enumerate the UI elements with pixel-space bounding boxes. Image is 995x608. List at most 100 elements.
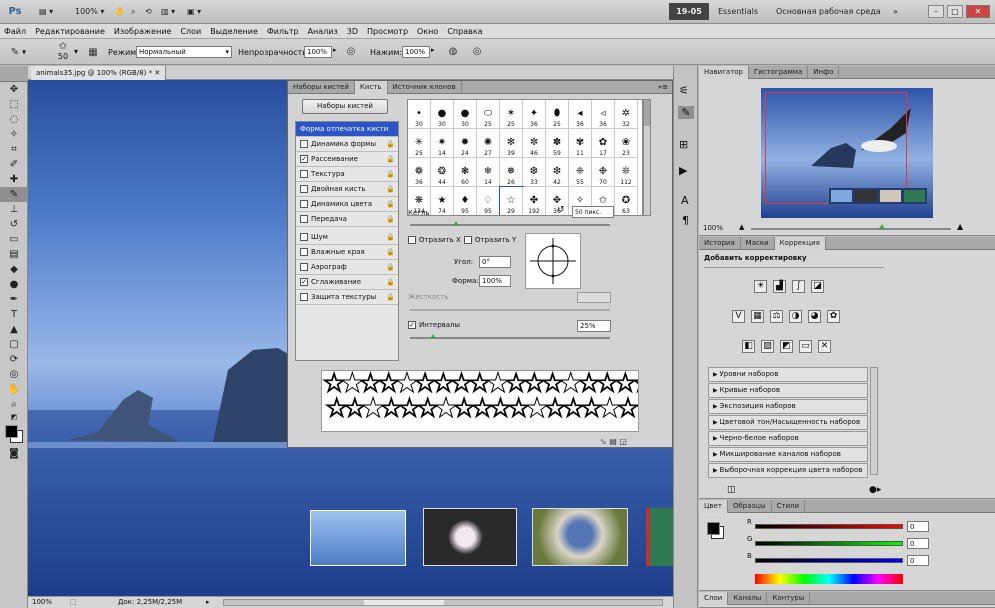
menu-help[interactable]: Справка [447,24,482,39]
brush-tip[interactable]: ❈ 55 [569,158,592,187]
brush-tip[interactable]: ✾ 11 [569,129,592,158]
foreground-color-swatch[interactable] [5,425,18,438]
angle-input[interactable]: 0° [479,256,511,268]
brush-grid-scroll-thumb[interactable] [644,100,650,126]
thumbnail-partial[interactable] [646,508,673,566]
roundness-input[interactable]: 100% [479,275,511,287]
clone-source-panel-icon[interactable]: ⊞ [679,138,688,151]
spacing-slider-handle[interactable] [430,334,436,339]
clip-icon[interactable]: ◫ [727,485,736,495]
brush-tip[interactable]: ✶ 25 [500,100,523,129]
bridge-icon[interactable]: ▤ ▾ [36,4,56,19]
spacing-input[interactable]: 25% [577,320,611,332]
brush-tip[interactable]: ✲ 32 [615,100,638,129]
brush-tip[interactable]: ⬮ 25 [546,100,569,129]
menu-image[interactable]: Изображение [114,24,172,39]
brush-tip[interactable]: ♦ 95 [454,187,477,215]
brush-tip[interactable]: ◃ 36 [592,100,615,129]
flip-x-checkbox[interactable] [408,236,416,244]
quick-mask-icon[interactable]: ◙ [0,446,28,461]
brush-tip[interactable]: ❁ 36 [408,158,431,187]
tab-brush[interactable]: Кисть [354,80,388,94]
navigator-zoom-handle[interactable] [879,224,885,229]
channel-r-input[interactable]: 0 [907,521,929,532]
menu-window[interactable]: Окно [417,24,438,39]
brush-setting-9[interactable]: Аэрограф 🔒 [296,260,398,275]
tab-styles[interactable]: Стили [772,499,806,513]
opacity-pressure-icon[interactable]: ◎ [344,44,358,58]
brush-tip[interactable]: ❀ 23 [615,129,638,158]
tab-navigator[interactable]: Навигатор [699,65,749,79]
marquee-tool-icon[interactable]: ⬚ [0,97,28,112]
gradient-tool-icon[interactable]: ▤ [0,247,28,262]
opacity-input[interactable]: 100% [304,46,332,58]
menu-edit[interactable]: Редактирование [35,24,105,39]
color-balance-icon[interactable]: ⚖ [770,310,783,323]
brush-tip[interactable]: ✿ 17 [592,129,615,158]
lock-icon[interactable]: 🔒 [386,182,395,197]
size-slider-track[interactable] [410,224,610,226]
brush-setting-8[interactable]: Влажные края 🔒 [296,245,398,260]
brush-tip[interactable]: ✪ 63 [615,187,638,215]
menu-select[interactable]: Выделение [210,24,258,39]
tab-histogram[interactable]: Гистограмма [749,65,809,79]
arrange-docs-icon[interactable]: ▥ ▾ [158,4,178,19]
color-spectrum-bar[interactable] [755,574,903,584]
brush-tip[interactable]: ✳ 25 [408,129,431,158]
rotate-icon[interactable]: ⟲ [142,4,155,19]
brush-setting-10[interactable]: ✓ Сглаживание 🔒 [296,275,398,290]
selective-color-icon[interactable]: ✕ [818,340,831,353]
lock-icon[interactable]: 🔒 [386,230,395,245]
minimize-button[interactable]: – [928,5,944,18]
close-button[interactable]: ✕ [966,5,990,18]
brush-setting-7[interactable]: Шум 🔒 [296,230,398,245]
photo-filter-icon[interactable]: ◕ [808,310,821,323]
menu-analysis[interactable]: Анализ [308,24,338,39]
color-fg-swatch[interactable] [707,522,720,535]
navigator-zoom-slider[interactable] [751,228,951,230]
brush-tip[interactable]: ✹ 24 [454,129,477,158]
size-slider-handle[interactable] [453,221,459,226]
brush-setting-4[interactable]: Двойная кисть 🔒 [296,182,398,197]
lock-icon[interactable]: 🔒 [386,245,395,260]
brush-tip[interactable]: ✽ 59 [546,129,569,158]
channel-r-slider[interactable] [755,524,903,529]
adjustment-preset-item[interactable]: ▶ Уровни наборов [708,367,868,382]
brush-panel-toggle-icon[interactable]: ▦ [86,45,100,59]
tab-paths[interactable]: Контуры [767,591,811,605]
actions-panel-icon[interactable]: ▶ [679,164,687,177]
brush-setting-checkbox[interactable] [300,215,308,223]
adjustment-preset-item[interactable]: ▶ Черно-белое наборов [708,431,868,446]
type-tool-icon[interactable]: T [0,307,28,322]
brush-setting-11[interactable]: Защита текстуры 🔒 [296,290,398,305]
tab-info[interactable]: Инфо [808,65,840,79]
brush-panel-footer-icons[interactable]: ⬂ ▤ ◲ [600,437,627,446]
workspace-main[interactable]: Основная рабочая среда [776,3,881,21]
airbrush-icon[interactable]: ◍ [446,44,460,58]
adjustment-preset-item[interactable]: ▶ Экспозиция наборов [708,399,868,414]
brush-tip[interactable]: ◂ 36 [569,100,592,129]
character-panel-icon[interactable]: A [681,194,689,207]
clone-stamp-tool-icon[interactable]: ⊥ [0,202,28,217]
color-swatches[interactable] [0,422,27,446]
brush-setting-3[interactable]: Текстура 🔒 [296,167,398,182]
gradient-map-icon[interactable]: ▭ [799,340,812,353]
history-brush-tool-icon[interactable]: ↺ [0,217,28,232]
channel-mixer-icon[interactable]: ✿ [827,310,840,323]
thumbnail-tern[interactable] [310,510,406,566]
navigator-thumbnail[interactable] [761,88,933,218]
brush-tip[interactable]: ❊ 112 [615,158,638,187]
brush-tip[interactable]: ✻ 39 [500,129,523,158]
zoom-in-icon[interactable]: ▲ [957,222,963,231]
opacity-slider-icon[interactable]: ▸ [333,46,337,54]
3d-orbit-tool-icon[interactable]: ◎ [0,367,28,382]
healing-tool-icon[interactable]: ✚ [0,172,28,187]
brush-tip[interactable]: ❆ 33 [523,158,546,187]
brush-tip[interactable]: ★ 74 [431,187,454,215]
flow-slider-icon[interactable]: ▸ [431,46,435,54]
history-panel-icon[interactable]: ⚟ [679,84,689,97]
curves-icon[interactable]: ∫ [792,280,805,293]
reset-size-icon[interactable]: ↺ [557,205,565,215]
channel-b-slider[interactable] [755,558,903,563]
brush-setting-checkbox[interactable] [300,293,308,301]
